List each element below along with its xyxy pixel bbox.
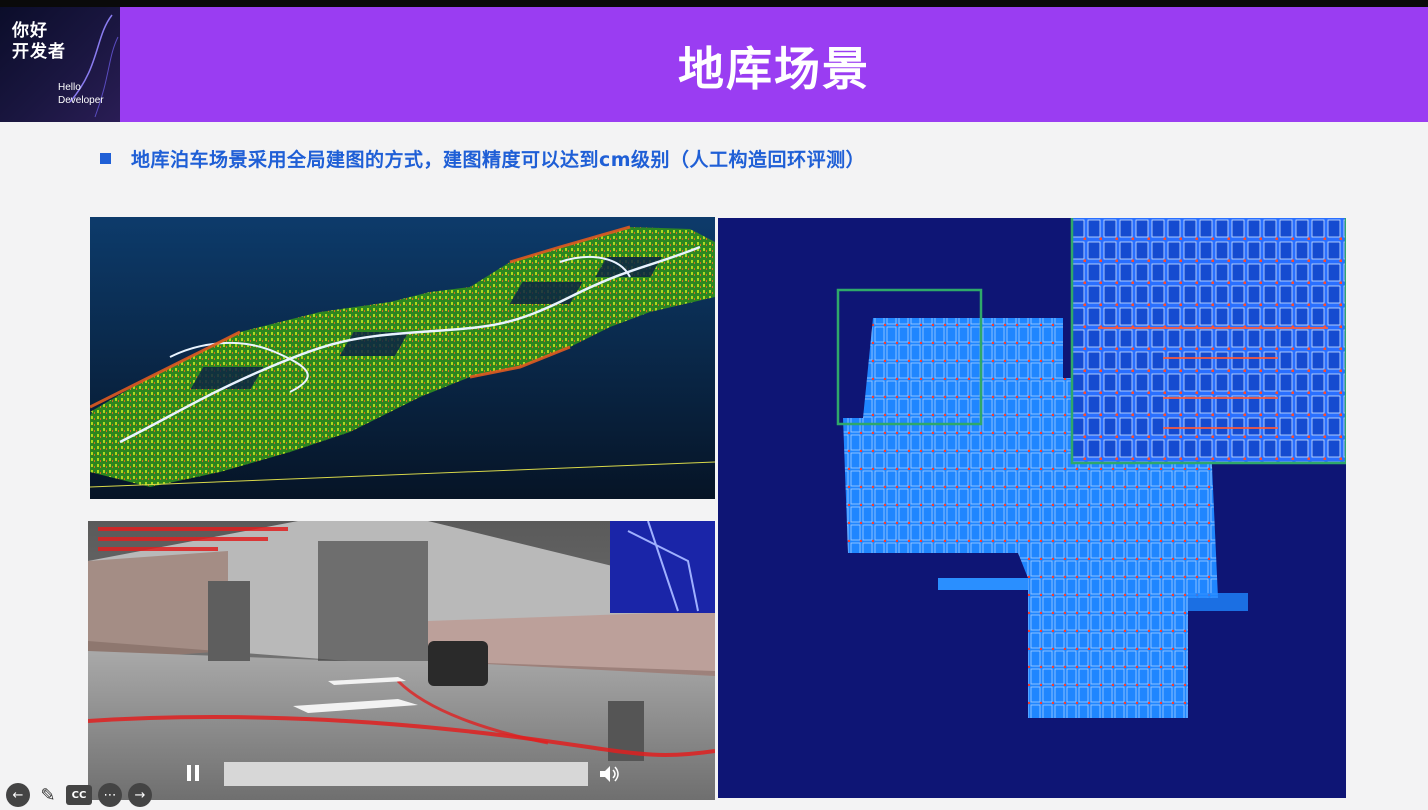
bullet-square-icon [100,152,111,164]
speaker-icon [600,766,619,782]
arrow-right-icon: → [134,787,146,803]
pen-tool-button[interactable]: ✎ [36,783,60,807]
semantic-parking-map-image [718,218,1346,798]
logo-en-text: Hello Developer [58,82,104,106]
point-cloud-map-image [90,217,715,499]
captions-label: CC [71,789,87,801]
top-strip [0,0,1428,7]
volume-button[interactable] [596,762,622,786]
video-progress-bar[interactable] [224,762,588,786]
pause-icon [187,765,199,781]
bullet-text: 地库泊车场景采用全局建图的方式，建图精度可以达到cm级别（人工构造回环评测） [131,148,866,171]
viewer-toolbar: ← ✎ CC ⋯ → [6,782,152,808]
slide-title: 地库场景 [678,42,870,96]
more-options-button[interactable]: ⋯ [98,783,122,807]
ellipsis-icon: ⋯ [103,787,117,803]
video-controls [178,758,633,790]
pause-button[interactable] [178,758,208,788]
slide-header: 地库场景 [120,7,1428,122]
pencil-icon: ✎ [40,784,56,806]
logo-cn-text: 你好 开发者 [12,21,66,62]
arrow-left-icon: ← [12,787,24,803]
previous-slide-button[interactable]: ← [6,783,30,807]
next-slide-button[interactable]: → [128,783,152,807]
captions-button[interactable]: CC [66,785,92,805]
hello-developer-logo: 你好 开发者 Hello Developer [0,7,120,122]
bullet-point: 地库泊车场景采用全局建图的方式，建图精度可以达到cm级别（人工构造回环评测） [100,145,865,171]
